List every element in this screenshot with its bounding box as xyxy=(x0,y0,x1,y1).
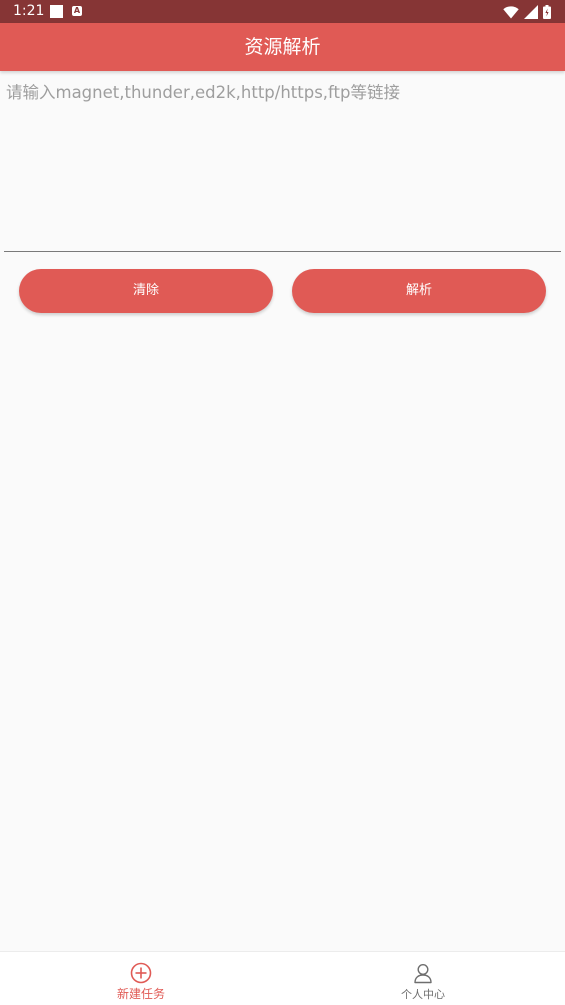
add-circle-icon xyxy=(130,962,152,984)
a-box-icon: A xyxy=(72,6,82,16)
nav-item-new-task[interactable]: 新建任务 xyxy=(0,952,282,1005)
parse-button[interactable]: 解析 xyxy=(292,269,546,313)
status-time: 1:21 xyxy=(13,3,45,19)
nav-label-new-task: 新建任务 xyxy=(116,987,165,1001)
clear-button[interactable]: 清除 xyxy=(19,269,273,313)
nav-item-personal-center[interactable]: 个人中心 xyxy=(282,952,564,1005)
battery-icon xyxy=(543,5,551,19)
status-bar: 1:21 A xyxy=(0,0,565,23)
wifi-icon xyxy=(503,5,519,18)
page-title: 资源解析 xyxy=(244,36,321,58)
person-icon xyxy=(414,963,432,984)
notification-square-icon xyxy=(50,5,63,18)
signal-icon xyxy=(524,5,538,19)
link-input-placeholder[interactable]: 请输入magnet,thunder,ed2k,http/https,ftp等链接 xyxy=(6,82,546,104)
nav-label-personal-center: 个人中心 xyxy=(401,988,445,1001)
app-bar: 资源解析 xyxy=(0,23,565,71)
status-right-icons xyxy=(503,4,551,20)
bottom-nav: 新建任务 个人中心 xyxy=(0,951,565,1005)
